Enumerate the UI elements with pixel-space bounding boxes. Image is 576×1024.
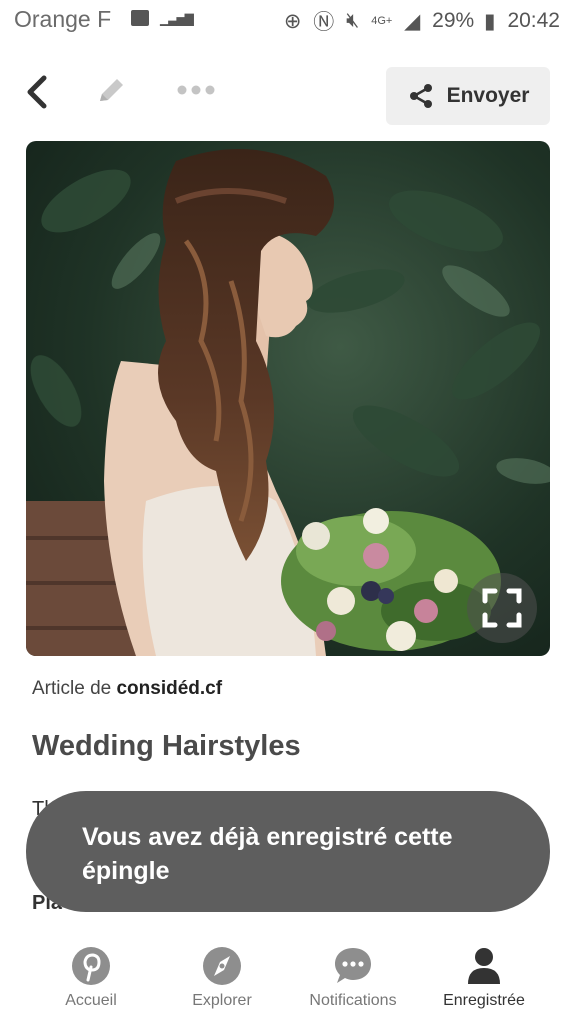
source-prefix: Article de — [32, 678, 117, 699]
pinterest-icon — [72, 947, 110, 985]
share-button[interactable]: Envoyer — [386, 67, 550, 125]
status-indicators: ⊕ Ⓝ 🔇︎ 4G+ ◢ 29% ▮ 20:42 — [284, 6, 560, 36]
bottom-navigation: Accueil Explorer Notifications Enregistr… — [0, 940, 576, 1024]
toast-message: Vous avez déjà enregistré cette épingle — [82, 823, 453, 885]
mute-icon: 🔇︎ — [346, 9, 360, 32]
visual-search-button[interactable] — [467, 573, 537, 643]
saved-toast: Vous avez déjà enregistré cette épingle — [26, 791, 550, 912]
pin-source: Article de considéd.cf — [32, 678, 222, 700]
nav-home[interactable]: Accueil — [21, 940, 161, 1010]
nav-saved-label: Enregistrée — [443, 992, 525, 1009]
pin-title: Wedding Hairstyles — [32, 730, 301, 762]
battery-icon: ▮ — [484, 9, 496, 33]
battery-percent: 29% — [432, 9, 475, 32]
carrier-name: Orange F — [14, 6, 112, 32]
nav-explore[interactable]: Explorer — [152, 940, 292, 1010]
status-bar: Orange F ▁▃▅▇ ⊕ Ⓝ 🔇︎ 4G+ ◢ 29% ▮ 20:42 — [0, 0, 576, 40]
nav-saved[interactable]: Enregistrée — [414, 940, 554, 1010]
user-icon — [468, 948, 500, 984]
nav-notifications[interactable]: Notifications — [283, 940, 423, 1010]
nfc-icon: Ⓝ — [313, 11, 335, 34]
pin-toolbar: Envoyer — [0, 62, 576, 130]
chevron-left-icon[interactable] — [20, 72, 52, 112]
visual-search-icon — [482, 588, 522, 628]
chat-bubble-icon — [335, 948, 371, 983]
share-label: Envoyer — [446, 84, 530, 107]
compass-icon — [203, 947, 241, 985]
data-saver-icon: ⊕ — [283, 9, 302, 33]
nav-notifications-label: Notifications — [309, 992, 397, 1009]
clock: 20:42 — [507, 9, 560, 32]
source-domain-link[interactable]: considéd.cf — [116, 678, 222, 699]
more-dots-icon[interactable] — [176, 82, 216, 98]
network-type: 4G+ — [371, 15, 393, 27]
share-icon — [409, 84, 432, 108]
gallery-notification-icon — [131, 10, 149, 26]
nav-explore-label: Explorer — [192, 992, 252, 1009]
signal-notification-icon: ▁▃▅▇ — [160, 12, 194, 26]
nav-home-label: Accueil — [65, 992, 117, 1009]
pencil-icon[interactable] — [94, 74, 128, 108]
cell-signal-icon: ◢ — [404, 9, 421, 33]
